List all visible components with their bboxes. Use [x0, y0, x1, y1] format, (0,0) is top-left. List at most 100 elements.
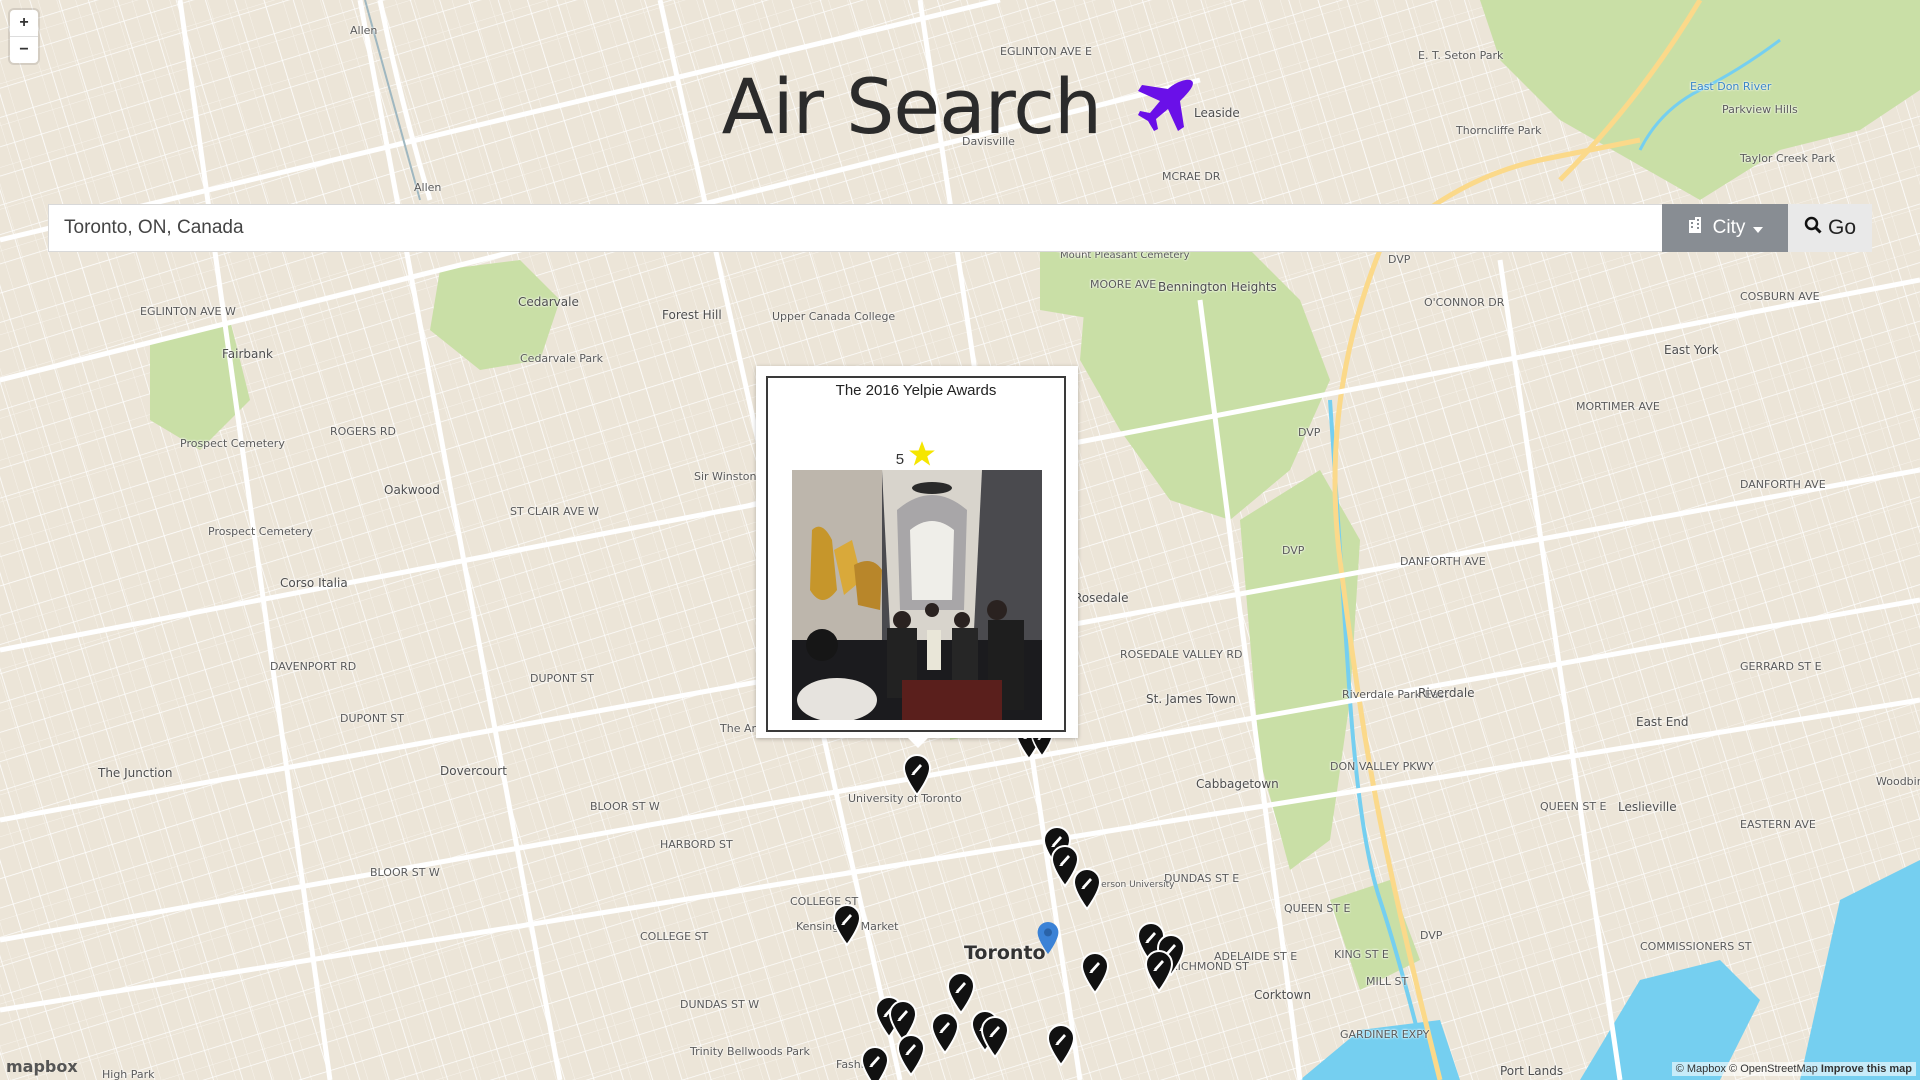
map-label-dupont-2: DUPONT ST — [530, 672, 594, 685]
map-label-fairbank: Fairbank — [222, 347, 273, 361]
attribution-text[interactable]: © Mapbox © OpenStreetMap — [1676, 1063, 1818, 1075]
map-label-gerrard: GERRARD ST E — [1740, 660, 1822, 673]
search-mode-label: City — [1712, 217, 1746, 238]
map-label-danforth: DANFORTH AVE — [1740, 478, 1826, 491]
map-label-high-park: High Park — [102, 1068, 155, 1080]
map-label-port-lands: Port Lands — [1500, 1064, 1564, 1078]
map-label-woodbine: Woodbine Beach Park — [1876, 775, 1920, 788]
map-label-dupont: DUPONT ST — [340, 712, 404, 725]
map-label-danforth-2: DANFORTH AVE — [1400, 555, 1486, 568]
map-label-junction: The Junction — [98, 766, 173, 780]
map-label-mill: MILL ST — [1366, 975, 1409, 988]
map-label-upper-canada: Upper Canada College — [772, 310, 896, 323]
map-label-eastern: EASTERN AVE — [1740, 818, 1816, 831]
building-icon — [1687, 216, 1705, 240]
map-label-dvp-3: DVP — [1282, 544, 1305, 557]
map-label-cedarvale-park: Cedarvale Park — [520, 352, 604, 365]
map-label-forest-hill: Forest Hill — [662, 308, 722, 322]
map-label-college-2: COLLEGE ST — [640, 930, 709, 943]
map-label-st-james: St. James Town — [1146, 692, 1237, 706]
go-label: Go — [1827, 216, 1856, 239]
airplane-icon — [1134, 68, 1198, 157]
map-label-eglinton-e: EGLINTON AVE E — [1000, 45, 1092, 58]
map-label-leslieville: Leslieville — [1618, 800, 1677, 814]
current-location-marker[interactable] — [1036, 920, 1060, 956]
map-label-allen-2: Allen — [414, 181, 442, 194]
improve-map-link[interactable]: Improve this map — [1821, 1063, 1912, 1075]
map-label-rosedale-valley: ROSEDALE VALLEY RD — [1120, 648, 1243, 661]
map-label-bennington: Bennington Heights — [1158, 280, 1277, 294]
map-marker[interactable] — [1072, 868, 1102, 910]
go-button[interactable]: Go — [1788, 204, 1872, 252]
place-popup[interactable]: The 2016 Yelpie Awards 5 — [756, 366, 1078, 748]
map-label-mortimer: MORTIMER AVE — [1576, 400, 1660, 413]
map-label-davenport: DAVENPORT RD — [270, 660, 357, 673]
map-label-seton: E. T. Seton Park — [1418, 49, 1504, 62]
search-mode-dropdown[interactable]: City — [1662, 204, 1788, 252]
mapbox-logo[interactable]: mapbox — [6, 1057, 78, 1076]
map-marker[interactable] — [860, 1046, 890, 1080]
map-label-oconnor: O'CONNOR DR — [1424, 296, 1505, 309]
map-label-dvp-4: DVP — [1420, 929, 1443, 942]
map-label-trinity: Trinity Bellwoods Park — [690, 1045, 810, 1058]
event-photo — [792, 470, 1042, 720]
map-label-east-york: East York — [1664, 343, 1719, 357]
map-label-dundas-w: DUNDAS ST W — [680, 998, 760, 1011]
map-label-bloor-2: BLOOR ST W — [590, 800, 660, 813]
map-marker[interactable] — [980, 1016, 1010, 1058]
map-marker[interactable] — [1144, 950, 1174, 992]
map-label-queen-e-2: QUEEN ST E — [1284, 902, 1351, 915]
map-label-cedarvale: Cedarvale — [518, 295, 579, 309]
map-marker[interactable] — [930, 1012, 960, 1054]
map-label-dundas-e: DUNDAS ST E — [1164, 872, 1240, 885]
popup-tip — [908, 738, 928, 748]
map-label-riverdale: Riverdale — [1418, 686, 1475, 700]
caret-down-icon — [1753, 217, 1764, 239]
app-title-bar: Air Search — [0, 62, 1920, 157]
search-input[interactable] — [48, 204, 1662, 252]
map-label-prospect: Prospect Cemetery — [180, 437, 285, 450]
map-marker[interactable] — [1046, 1024, 1076, 1066]
map-label-prospect-2: Prospect Cemetery — [208, 525, 313, 538]
map-label-dvp-1: DVP — [1388, 253, 1411, 266]
map-label-stclair: ST CLAIR AVE W — [510, 505, 599, 518]
map-label-eglinton-w: EGLINTON AVE W — [140, 305, 236, 318]
map-label-oakwood: Oakwood — [384, 483, 440, 497]
map-marker[interactable] — [946, 972, 976, 1014]
rating-value: 5 — [895, 451, 905, 468]
map-label-allen: Allen — [350, 24, 378, 37]
map-label-dvp-2: DVP — [1298, 426, 1321, 439]
map-marker[interactable] — [896, 1034, 926, 1076]
map-label-harbord: HARBORD ST — [660, 838, 733, 851]
map-label-bloor: BLOOR ST W — [370, 866, 440, 879]
map-attribution: © Mapbox © OpenStreetMap Improve this ma… — [1671, 1062, 1916, 1076]
search-icon — [1804, 216, 1822, 240]
star-icon — [908, 441, 936, 468]
popup-rating: 5 — [768, 440, 1064, 468]
map-label-mcrae: MCRAE DR — [1162, 170, 1221, 183]
popup-card: The 2016 Yelpie Awards 5 — [766, 376, 1066, 732]
map-marker[interactable] — [832, 904, 862, 946]
zoom-controls: + − — [10, 10, 38, 63]
map-label-rogers: ROGERS RD — [330, 425, 397, 438]
map-label-corso: Corso Italia — [280, 576, 348, 590]
map-label-east-end: East End — [1636, 715, 1689, 729]
zoom-out-button[interactable]: − — [10, 36, 38, 63]
map-label-don-valley: DON VALLEY PKWY — [1330, 760, 1434, 773]
app-title: Air Search — [721, 62, 1103, 151]
map-label-king: KING ST E — [1334, 948, 1389, 961]
map-label-ryerson: Ryerson University — [1090, 880, 1175, 890]
map-label-queen-e: QUEEN ST E — [1540, 800, 1607, 813]
map-marker[interactable] — [1080, 952, 1110, 994]
map-label-dovercourt: Dovercourt — [440, 764, 507, 778]
map-label-moore: MOORE AVE — [1090, 278, 1157, 291]
map-label-gardiner: GARDINER EXPY — [1340, 1028, 1430, 1041]
map-label-commissioners: COMMISSIONERS ST — [1640, 940, 1752, 953]
zoom-in-button[interactable]: + — [10, 10, 38, 36]
map-label-cosburn: COSBURN AVE — [1740, 290, 1820, 303]
map-label-toronto: Toronto — [964, 942, 1046, 964]
map-label-adelaide: ADELAIDE ST E — [1214, 950, 1298, 963]
map-label-rosedale: Rosedale — [1074, 591, 1129, 605]
popup-title: The 2016 Yelpie Awards — [835, 382, 997, 399]
map-marker[interactable] — [902, 754, 932, 796]
